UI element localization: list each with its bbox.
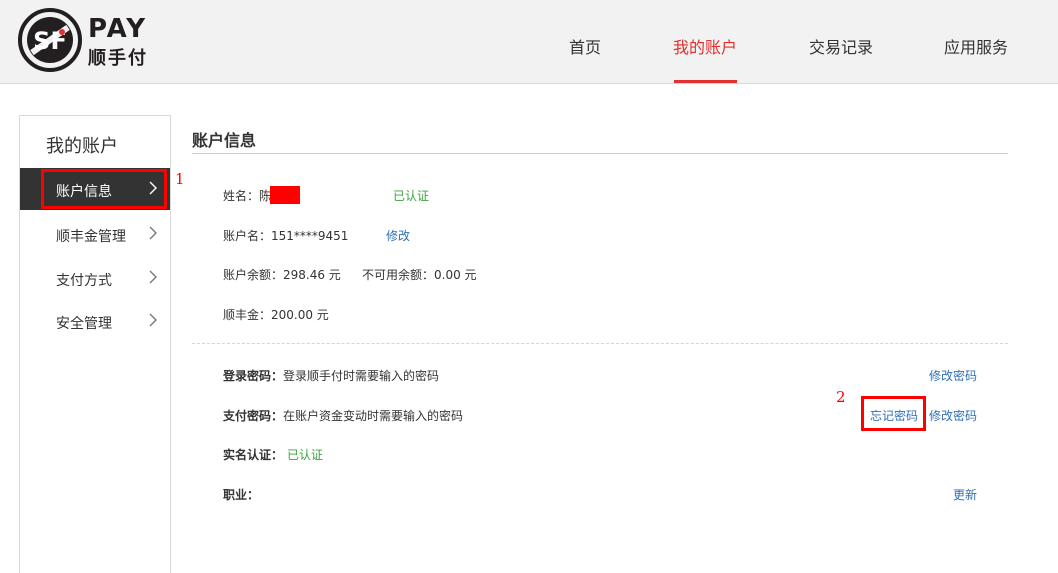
redaction-block bbox=[270, 186, 300, 204]
nav-app-services[interactable]: 应用服务 bbox=[944, 34, 1008, 58]
annotation-number-1: 1 bbox=[175, 170, 185, 188]
logo-cn-text: 顺手付 bbox=[88, 48, 148, 69]
nav-transactions[interactable]: 交易记录 bbox=[809, 34, 873, 58]
modify-login-password-link[interactable]: 修改密码 bbox=[929, 367, 977, 384]
unavailable-balance: 不可用余额：0.00 元 bbox=[362, 268, 477, 282]
account-balance: 账户余额：298.46 元 bbox=[223, 268, 341, 282]
modify-account-link[interactable]: 修改 bbox=[386, 227, 410, 244]
nav-home[interactable]: 首页 bbox=[569, 34, 601, 58]
update-occupation-link[interactable]: 更新 bbox=[953, 486, 977, 503]
section-divider bbox=[192, 343, 1008, 344]
modify-pay-password-link[interactable]: 修改密码 bbox=[929, 407, 977, 424]
nav-active-indicator bbox=[674, 80, 737, 83]
page-title: 账户信息 bbox=[192, 131, 257, 150]
name-label: 姓名：陈 bbox=[223, 189, 272, 203]
title-divider bbox=[192, 153, 1008, 154]
sidebar-title: 我的账户 bbox=[46, 136, 118, 157]
realname-label: 实名认证： bbox=[223, 448, 284, 462]
sf-gold-balance: 顺丰金：200.00 元 bbox=[223, 308, 329, 322]
chevron-right-icon bbox=[149, 270, 157, 284]
chevron-right-icon bbox=[149, 313, 157, 327]
highlight-box-account-info bbox=[41, 169, 167, 209]
pay-password-label: 支付密码： bbox=[223, 409, 284, 423]
sidebar-item-security[interactable]: 安全管理 bbox=[20, 300, 170, 342]
logo-text: PAY bbox=[88, 14, 148, 44]
realname-status: 已认证 bbox=[287, 448, 324, 462]
sf-logo-icon: SF bbox=[18, 8, 82, 72]
login-password-label: 登录密码： bbox=[223, 369, 284, 383]
nav-my-account[interactable]: 我的账户 bbox=[673, 34, 737, 58]
chevron-right-icon bbox=[149, 226, 157, 240]
sidebar-item-label: 安全管理 bbox=[56, 316, 112, 332]
sidebar-item-payment-methods[interactable]: 支付方式 bbox=[20, 257, 170, 299]
sidebar-item-label: 顺丰金管理 bbox=[56, 229, 126, 245]
occupation-label: 职业： bbox=[223, 488, 260, 502]
annotation-number-2: 2 bbox=[836, 388, 846, 406]
highlight-box-forgot-password bbox=[861, 396, 926, 431]
pay-password-desc: 在账户资金变动时需要输入的密码 bbox=[283, 409, 464, 423]
top-header: SF PAY 顺手付 首页 我的账户 交易记录 应用服务 bbox=[0, 0, 1058, 84]
sidebar-item-label: 支付方式 bbox=[56, 273, 112, 289]
sf-pay-logo[interactable]: SF PAY 顺手付 bbox=[18, 8, 158, 74]
sidebar-item-sf-gold[interactable]: 顺丰金管理 bbox=[20, 213, 170, 255]
name-verified-status: 已认证 bbox=[393, 189, 430, 203]
login-password-desc: 登录顺手付时需要输入的密码 bbox=[283, 369, 440, 383]
account-name: 账户名：151****9451 bbox=[223, 229, 349, 243]
